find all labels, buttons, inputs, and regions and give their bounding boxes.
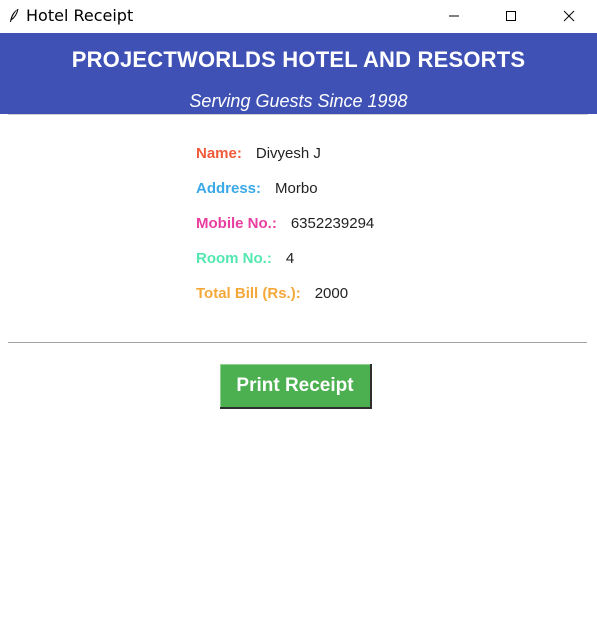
address-value: Morbo	[275, 180, 318, 197]
mobile-label: Mobile No.:	[196, 215, 277, 232]
mobile-value: 6352239294	[290, 215, 375, 232]
close-button[interactable]	[546, 0, 592, 32]
address-row: Address: Morbo	[196, 179, 318, 199]
room-label: Room No.:	[196, 250, 272, 267]
name-value: Divyesh J	[255, 145, 321, 162]
total-bill-label: Total Bill (Rs.):	[196, 285, 301, 302]
maximize-icon	[506, 11, 516, 21]
window-title: Hotel Receipt	[26, 6, 134, 25]
close-icon	[563, 10, 575, 22]
address-label: Address:	[196, 180, 262, 197]
minimize-icon	[449, 15, 459, 17]
minimize-button[interactable]	[431, 0, 477, 32]
total-bill-value: 2000	[314, 285, 349, 302]
print-receipt-button[interactable]: Print Receipt	[220, 364, 372, 409]
header-divider	[8, 114, 588, 115]
title-bar: Hotel Receipt	[0, 0, 597, 32]
feather-icon	[10, 8, 19, 22]
name-label: Name:	[196, 145, 242, 162]
total-bill-row: Total Bill (Rs.): 2000	[196, 284, 348, 304]
mobile-row: Mobile No.: 6352239294	[196, 214, 374, 234]
name-row: Name: Divyesh J	[196, 144, 321, 164]
room-row: Room No.: 4	[196, 249, 294, 269]
section-divider	[8, 342, 587, 343]
room-value: 4	[285, 250, 295, 267]
maximize-button[interactable]	[488, 0, 534, 32]
hotel-tagline: Serving Guests Since 1998	[189, 91, 408, 111]
hotel-name: PROJECTWORLDS HOTEL AND RESORTS	[71, 47, 526, 72]
hotel-header: PROJECTWORLDS HOTEL AND RESORTS Serving …	[0, 33, 597, 114]
